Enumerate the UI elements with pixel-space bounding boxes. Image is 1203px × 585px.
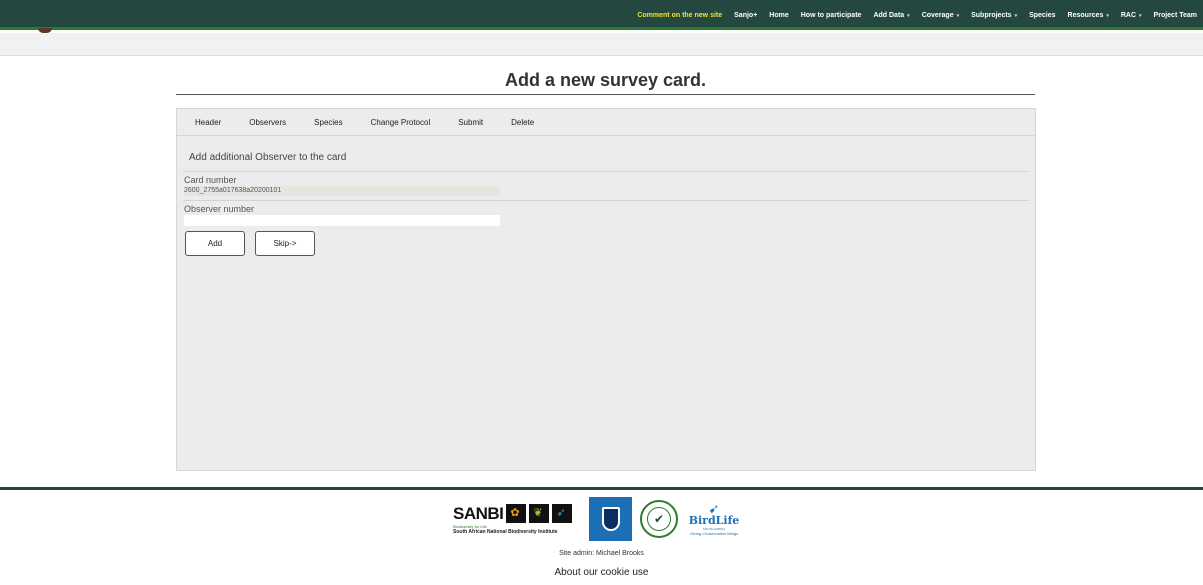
nav-item-home[interactable]: Home (763, 12, 794, 19)
cookie-link[interactable]: About our cookie use (0, 567, 1203, 578)
birdlife-logo[interactable]: ➹ BirdLife SOUTH AFRICA Giving Conservat… (686, 502, 742, 536)
tab-delete[interactable]: Delete (511, 118, 534, 127)
shield-icon (601, 507, 620, 531)
bird-icon: ➶ (552, 503, 573, 523)
nav-item-label: Resources (1067, 11, 1104, 19)
sanbi-wordmark: SANBI (453, 503, 504, 523)
add-button[interactable]: Add (185, 231, 245, 256)
chevron-down-icon: ▾ (1139, 12, 1142, 19)
nav-item-project-team[interactable]: Project Team (1148, 12, 1203, 19)
card-number-label: Card number (184, 175, 237, 185)
nav-item-sanjo[interactable]: Sanjo+ (728, 12, 763, 19)
leaf-icon: ❦ (529, 503, 550, 523)
chevron-down-icon: ▾ (907, 12, 910, 19)
card-number-value: 2600_2755a017638a20200101 (184, 186, 500, 196)
skip-button[interactable]: Skip-> (255, 231, 315, 256)
nav-item-label: Subprojects (971, 11, 1012, 19)
sanbi-name: South African National Biodiversity Inst… (453, 528, 558, 535)
nav-item-label: Coverage (921, 11, 954, 19)
nav-item-label: Home (769, 11, 789, 19)
nav-item-species[interactable]: Species (1023, 12, 1061, 19)
flower-icon: ✿ (506, 503, 527, 523)
tab-submit[interactable]: Submit (458, 118, 483, 127)
page-title: Add a new survey card. (504, 70, 707, 90)
partner-logos: SANBI ✿ ❦ ➶ Biodiversity for Life South … (453, 496, 742, 542)
birdlife-tagline: Giving Conservation Wings (689, 531, 739, 536)
tab-header[interactable]: Header (195, 118, 221, 127)
nav-item-rac[interactable]: RAC ▾ (1115, 12, 1148, 19)
bird-icon: ✔ (647, 507, 671, 531)
field-divider (183, 200, 1029, 201)
section-divider (183, 171, 1029, 172)
nav-item-label: Project Team (1153, 11, 1197, 19)
nav-item-how-to-participate[interactable]: How to participate (795, 12, 868, 19)
nav-item-label: Comment on the new site (637, 11, 723, 19)
nav-item-label: RAC (1120, 11, 1137, 19)
footer-divider (0, 487, 1203, 490)
birdlife-wordmark: BirdLife (688, 514, 740, 527)
chevron-down-icon: ▾ (1014, 12, 1018, 19)
nav-item-add-data[interactable]: Add Data ▾ (867, 12, 915, 19)
tab-change-protocol[interactable]: Change Protocol (371, 118, 431, 127)
section-title: Add additional Observer to the card (189, 152, 347, 163)
chevron-down-icon: ▾ (1106, 12, 1109, 19)
adu-roundel-logo[interactable]: ✔ (640, 500, 678, 538)
nav-item-subprojects[interactable]: Subprojects ▾ (965, 12, 1023, 19)
site-admin-text: Site admin: Michael Brooks (559, 550, 644, 557)
title-divider (176, 94, 1035, 95)
nav-item-label: Species (1029, 11, 1056, 19)
chevron-down-icon: ▾ (956, 12, 960, 19)
nav-menu: Comment on the new site Sanjo+ Home How to … (631, 0, 1203, 30)
nav-item-comment-on-the-new-site[interactable]: Comment on the new site (631, 12, 728, 19)
nav-item-resources[interactable]: Resources ▾ (1062, 12, 1115, 19)
university-crest-logo[interactable] (589, 497, 632, 541)
tab-observers[interactable]: Observers (249, 118, 286, 127)
sanbi-logo[interactable]: SANBI ✿ ❦ ➶ Biodiversity for Life South … (453, 503, 581, 535)
survey-card-panel: Header Observers Species Change Protocol Sub… (176, 108, 1036, 471)
observer-number-label: Observer number (184, 204, 255, 214)
top-navigation-bar: Comment on the new site Sanjo+ Home How to … (0, 0, 1203, 30)
nav-item-label: Add Data (873, 11, 905, 19)
observer-number-input[interactable] (184, 215, 500, 226)
sub-header-bar (0, 33, 1203, 56)
card-tabs: Header Observers Species Change Protocol Sub… (177, 109, 1035, 136)
nav-item-label: Sanjo+ (734, 11, 758, 19)
tab-species[interactable]: Species (314, 118, 342, 127)
nav-item-label: How to participate (800, 11, 862, 19)
nav-item-coverage[interactable]: Coverage ▾ (916, 12, 965, 19)
